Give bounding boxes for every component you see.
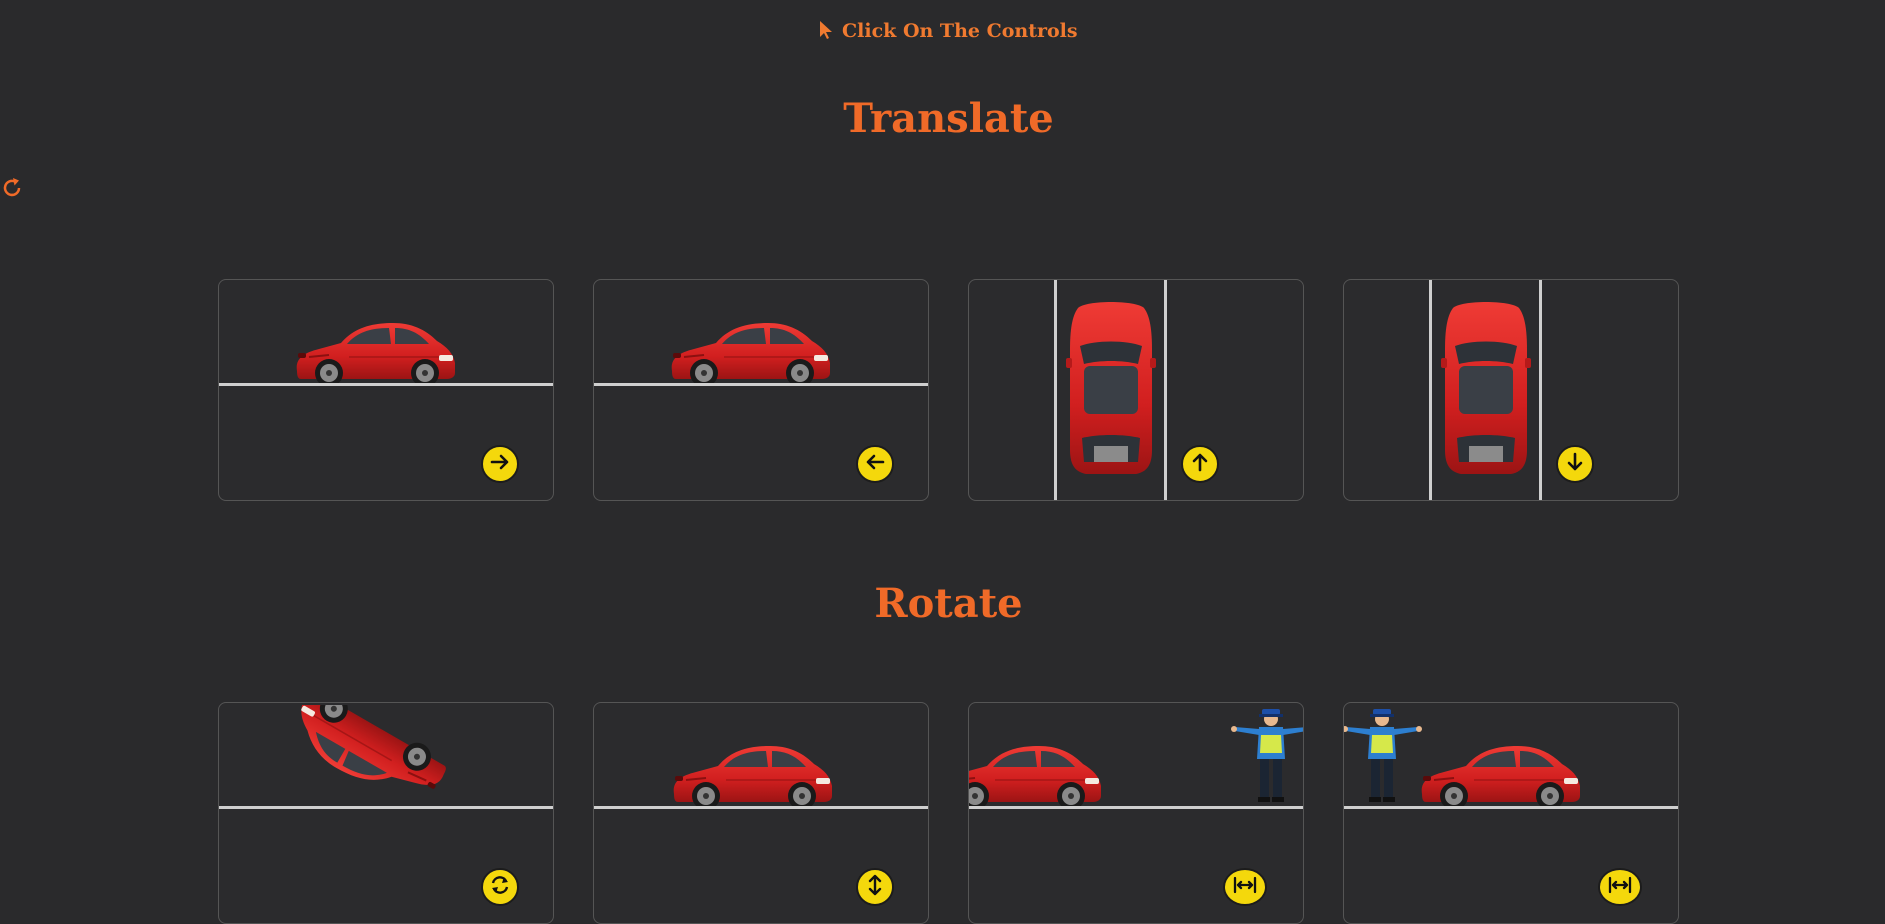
lane-line bbox=[1054, 280, 1057, 500]
translate-section-title: Translate bbox=[843, 95, 1054, 142]
flip-horizontal-icon bbox=[1232, 874, 1258, 900]
road-line bbox=[219, 806, 553, 809]
road-line bbox=[219, 383, 553, 386]
reload-icon bbox=[2, 178, 24, 203]
translate-right-button[interactable] bbox=[481, 445, 519, 483]
flip-vertical-button[interactable] bbox=[856, 868, 894, 906]
translate-right-card bbox=[218, 279, 554, 501]
rotate-button[interactable] bbox=[481, 868, 519, 906]
translate-left-button[interactable] bbox=[856, 445, 894, 483]
road-line bbox=[969, 806, 1303, 809]
translate-up-card bbox=[968, 279, 1304, 501]
flip-horizontal-icon bbox=[1607, 874, 1633, 900]
road-line bbox=[1344, 806, 1678, 809]
car-top-view bbox=[1066, 302, 1156, 474]
lane-line bbox=[1539, 280, 1542, 500]
arrow-down-icon bbox=[1564, 451, 1586, 477]
instruction-hint: Click On The Controls bbox=[0, 20, 1885, 42]
reload-button[interactable] bbox=[2, 177, 24, 203]
car bbox=[670, 322, 831, 385]
rotate-section-title: Rotate bbox=[874, 580, 1023, 627]
car-top-view bbox=[1441, 302, 1531, 474]
translate-left-card bbox=[593, 279, 929, 501]
flip-vertical-card bbox=[593, 702, 929, 924]
road-line bbox=[594, 806, 928, 809]
car bbox=[969, 745, 1102, 808]
flip-vertical-icon bbox=[864, 874, 886, 900]
cursor-icon bbox=[819, 20, 842, 42]
arrow-left-icon bbox=[864, 451, 886, 477]
traffic-officer bbox=[1344, 709, 1422, 802]
instruction-text: Click On The Controls bbox=[842, 20, 1078, 42]
flip-horizontal-button[interactable] bbox=[1223, 868, 1267, 906]
lane-line bbox=[1429, 280, 1432, 500]
traffic-officer bbox=[1231, 709, 1303, 802]
flip-horizontal-button[interactable] bbox=[1598, 868, 1642, 906]
road-line bbox=[594, 383, 928, 386]
rotate-card bbox=[218, 702, 554, 924]
car bbox=[295, 322, 456, 385]
lane-line bbox=[1164, 280, 1167, 500]
car bbox=[1420, 745, 1581, 808]
translate-up-button[interactable] bbox=[1181, 445, 1219, 483]
arrow-right-icon bbox=[489, 451, 511, 477]
arrow-up-icon bbox=[1189, 451, 1211, 477]
flip-horizontal-card bbox=[968, 702, 1304, 924]
translate-down-button[interactable] bbox=[1556, 445, 1594, 483]
car-flipped bbox=[281, 705, 451, 805]
translate-down-card bbox=[1343, 279, 1679, 501]
flip-horizontal-card bbox=[1343, 702, 1679, 924]
car bbox=[672, 745, 833, 808]
rotate-icon bbox=[489, 874, 511, 900]
